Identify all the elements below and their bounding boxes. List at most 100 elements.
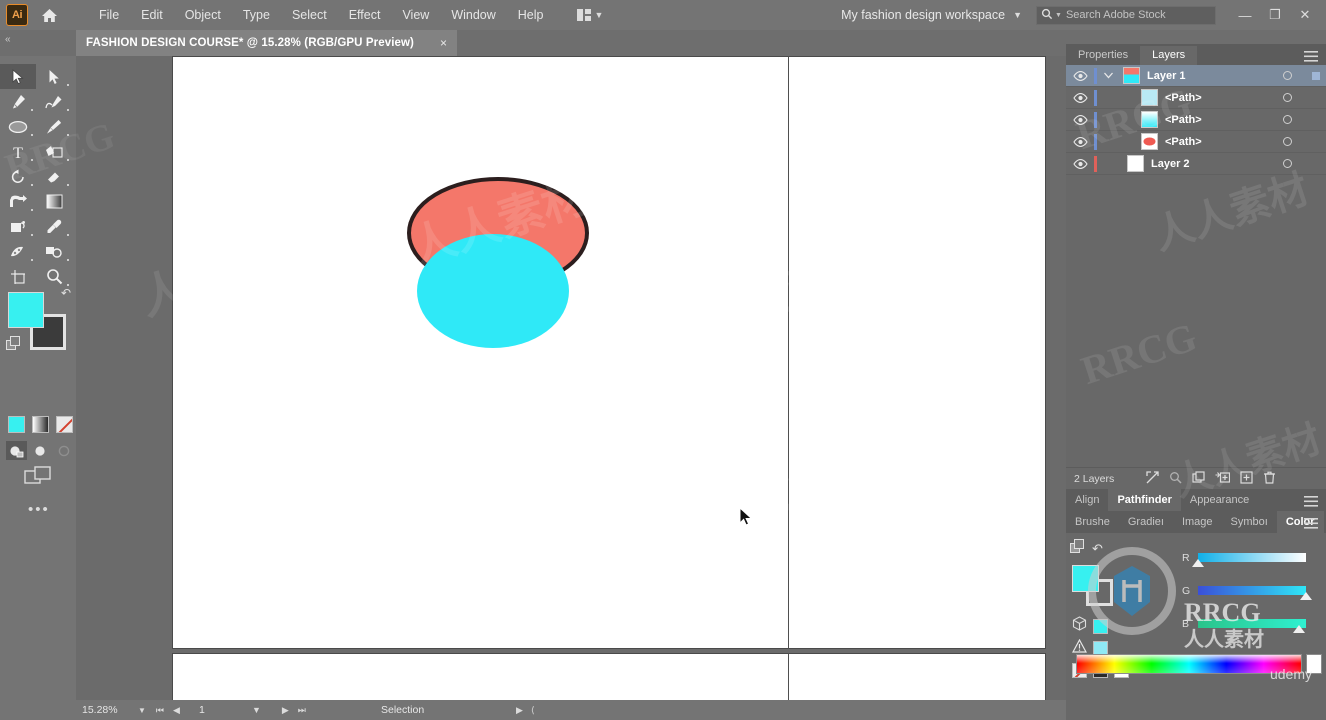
eraser-tool[interactable] [36, 164, 72, 189]
slider-thumb-r[interactable] [1192, 559, 1204, 567]
layer-name[interactable]: <Path> [1165, 136, 1202, 148]
layer-name[interactable]: <Path> [1165, 114, 1202, 126]
menu-item-object[interactable]: Object [174, 4, 232, 26]
tab-image[interactable]: Image [1173, 513, 1222, 531]
target-circle-icon[interactable] [1283, 71, 1292, 80]
search-icon[interactable] [1169, 471, 1182, 487]
rotate-tool[interactable] [0, 164, 36, 189]
zoom-level-value[interactable]: 15.28% [76, 704, 128, 716]
tab-properties[interactable]: Properties [1066, 46, 1140, 65]
color-spectrum-bar[interactable] [1076, 654, 1302, 674]
fill-swatch[interactable] [8, 292, 44, 328]
home-icon[interactable] [34, 0, 64, 30]
locate-object-icon[interactable] [1146, 470, 1159, 487]
panel-menu-icon[interactable] [1304, 516, 1318, 534]
menu-item-file[interactable]: File [88, 4, 130, 26]
first-artboard-button[interactable]: ⏮ [156, 705, 164, 716]
target-circle-icon[interactable] [1283, 159, 1292, 168]
zoom-dropdown-icon[interactable]: ▼ [128, 706, 156, 715]
menu-item-view[interactable]: View [391, 4, 440, 26]
menu-item-effect[interactable]: Effect [338, 4, 392, 26]
paintbrush-tool[interactable] [36, 114, 72, 139]
target-circle-icon[interactable] [1283, 137, 1292, 146]
eye-icon[interactable] [1066, 114, 1094, 125]
shape-builder-tool[interactable] [0, 214, 36, 239]
status-menu-arrow-icon[interactable]: ▶ [516, 705, 523, 716]
color-mode-icon[interactable] [8, 416, 25, 433]
gradient-mode-icon[interactable] [32, 416, 49, 433]
direct-selection-tool[interactable] [36, 64, 72, 89]
prev-artboard-button[interactable]: ◀ [173, 705, 180, 716]
default-fill-stroke-icon[interactable] [6, 336, 21, 356]
tab-symbols[interactable]: Symboı [1222, 513, 1277, 531]
pen-tool[interactable] [0, 89, 36, 114]
panel-menu-icon[interactable] [1304, 494, 1318, 512]
restore-button[interactable]: ❐ [1260, 0, 1290, 30]
draw-normal-icon[interactable] [6, 441, 27, 460]
app-logo-icon[interactable]: Ai [6, 4, 28, 26]
status-resize-icon[interactable]: ⟨ [531, 705, 535, 716]
chevron-down-icon[interactable]: ▼ [1013, 10, 1022, 20]
fill-swatch[interactable] [1072, 565, 1099, 592]
symbol-sprayer-tool[interactable] [0, 239, 36, 264]
tab-gradient[interactable]: Gradieı [1119, 513, 1173, 531]
color-mode-toggle-icon[interactable] [1070, 539, 1085, 559]
more-tools-icon[interactable]: ••• [28, 501, 50, 518]
layer-row-path-3[interactable]: <Path> [1066, 131, 1326, 153]
slider-thumb-g[interactable] [1300, 592, 1312, 600]
target-circle-icon[interactable] [1283, 115, 1292, 124]
duplicate-icon[interactable] [1192, 470, 1205, 487]
next-artboard-button[interactable]: ▶ [282, 705, 289, 716]
current-color-swatch[interactable] [1093, 618, 1108, 634]
new-layer-icon[interactable] [1240, 470, 1253, 487]
menu-item-type[interactable]: Type [232, 4, 281, 26]
layer-row-path-1[interactable]: <Path> [1066, 87, 1326, 109]
layer-row-path-2[interactable]: <Path> [1066, 109, 1326, 131]
draw-inside-icon[interactable] [54, 441, 75, 460]
swap-fill-stroke-icon[interactable]: ↶ [61, 286, 71, 300]
search-adobe-stock-input[interactable]: ▼ Search Adobe Stock [1036, 5, 1216, 25]
eyedropper-tool[interactable] [36, 214, 72, 239]
tab-layers[interactable]: Layers [1140, 46, 1198, 65]
menu-item-help[interactable]: Help [507, 4, 555, 26]
delete-layer-icon[interactable] [1263, 471, 1276, 487]
layer-row-layer2[interactable]: Layer 2 [1066, 153, 1326, 175]
arrange-documents-icon[interactable]: ▼ [571, 6, 610, 24]
status-tool-label[interactable]: Selection [381, 704, 424, 716]
layer-row-layer1[interactable]: Layer 1 [1066, 65, 1326, 87]
type-tool[interactable]: T [0, 139, 36, 164]
layer-name[interactable]: <Path> [1165, 92, 1202, 104]
artboard-number-field[interactable]: 1 [199, 704, 243, 716]
document-tab[interactable]: FASHION DESIGN COURSE* @ 15.28% (RGB/GPU… [76, 30, 457, 56]
artboard-tool[interactable] [0, 264, 36, 289]
ellipse-tool[interactable] [0, 114, 36, 139]
eye-icon[interactable] [1066, 158, 1094, 169]
workspace-switcher-label[interactable]: My fashion design workspace [841, 8, 1005, 22]
swap-fill-stroke-icon[interactable]: ↶ [1092, 541, 1103, 557]
selection-tool[interactable] [0, 64, 36, 89]
tab-appearance[interactable]: Appearance [1181, 491, 1258, 509]
gradient-tool[interactable] [36, 189, 72, 214]
menu-item-edit[interactable]: Edit [130, 4, 174, 26]
touch-type-tool[interactable] [36, 139, 72, 164]
screen-mode-icon[interactable] [24, 466, 51, 493]
menu-item-window[interactable]: Window [440, 4, 506, 26]
slider-track-r[interactable] [1192, 553, 1306, 567]
collapse-panel-icon[interactable]: « [5, 34, 10, 45]
none-mode-icon[interactable] [56, 416, 73, 433]
new-sublayer-icon[interactable] [1215, 471, 1231, 487]
draw-behind-icon[interactable] [30, 441, 51, 460]
column-graph-tool[interactable] [36, 239, 72, 264]
curvature-tool[interactable] [36, 89, 72, 114]
tab-brushes[interactable]: Brushe [1066, 513, 1119, 531]
close-button[interactable]: ✕ [1290, 0, 1320, 30]
last-artboard-button[interactable]: ⏭ [298, 705, 306, 716]
menu-item-select[interactable]: Select [281, 4, 338, 26]
canvas-area[interactable]: RRCG 人人素材 RRCG 人人素材 人人素材 RRCG 人人素材 人人素材 [76, 56, 1066, 700]
layer-name[interactable]: Layer 2 [1151, 158, 1190, 170]
eye-icon[interactable] [1066, 70, 1094, 81]
free-transform-tool[interactable] [0, 189, 36, 214]
minimize-button[interactable]: — [1230, 0, 1260, 30]
eye-icon[interactable] [1066, 92, 1094, 103]
slider-track-g[interactable] [1198, 586, 1312, 600]
